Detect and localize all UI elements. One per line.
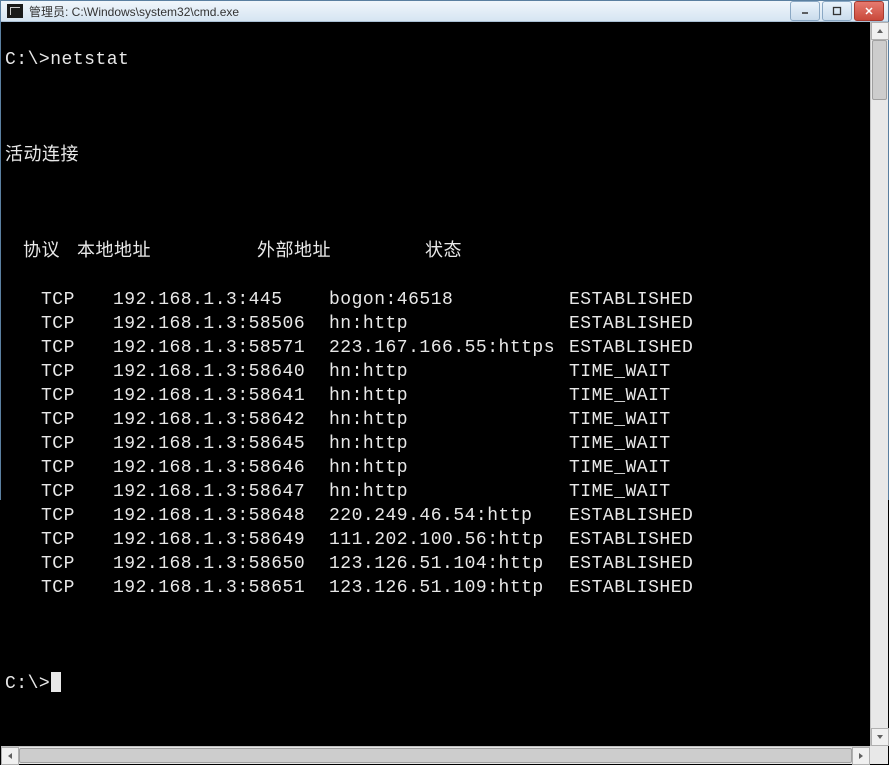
table-row: TCP192.168.1.3:58647hn:httpTIME_WAIT xyxy=(5,480,866,504)
horizontal-scrollbar[interactable] xyxy=(1,746,870,764)
scroll-down-button[interactable] xyxy=(871,728,889,746)
cell-foreign: hn:http xyxy=(329,384,569,408)
cell-proto: TCP xyxy=(41,480,113,504)
cell-state: ESTABLISHED xyxy=(569,336,866,360)
cell-local: 192.168.1.3:58645 xyxy=(113,432,329,456)
table-row: TCP192.168.1.3:445bogon:46518ESTABLISHED xyxy=(5,288,866,312)
scroll-track-v[interactable] xyxy=(871,40,888,728)
command: netstat xyxy=(50,48,129,72)
cell-local: 192.168.1.3:58571 xyxy=(113,336,329,360)
cell-proto: TCP xyxy=(41,432,113,456)
cell-state: TIME_WAIT xyxy=(569,408,866,432)
cell-local: 192.168.1.3:58650 xyxy=(113,552,329,576)
prompt: C:\> xyxy=(5,672,50,696)
header-local: 本地地址 xyxy=(77,240,257,264)
cell-foreign: hn:http xyxy=(329,312,569,336)
cmd-window: 管理员: C:\Windows\system32\cmd.exe C:\>net… xyxy=(0,0,889,500)
cell-foreign: 111.202.100.56:http xyxy=(329,528,569,552)
scrollbar-corner xyxy=(870,746,888,764)
table-row: TCP192.168.1.3:58571223.167.166.55:https… xyxy=(5,336,866,360)
cell-local: 192.168.1.3:445 xyxy=(113,288,329,312)
prompt: C:\> xyxy=(5,48,50,72)
cell-foreign: hn:http xyxy=(329,456,569,480)
minimize-button[interactable] xyxy=(790,1,820,21)
cell-foreign: bogon:46518 xyxy=(329,288,569,312)
scroll-thumb-v[interactable] xyxy=(872,40,887,100)
scroll-thumb-h[interactable] xyxy=(19,748,852,763)
window-title: 管理员: C:\Windows\system32\cmd.exe xyxy=(29,3,788,20)
cell-state: ESTABLISHED xyxy=(569,552,866,576)
cell-local: 192.168.1.3:58646 xyxy=(113,456,329,480)
cell-local: 192.168.1.3:58642 xyxy=(113,408,329,432)
cell-local: 192.168.1.3:58651 xyxy=(113,576,329,600)
cell-foreign: 123.126.51.104:http xyxy=(329,552,569,576)
cell-proto: TCP xyxy=(41,312,113,336)
cell-foreign: hn:http xyxy=(329,408,569,432)
table-body: TCP192.168.1.3:445bogon:46518ESTABLISHED… xyxy=(5,288,866,600)
cmd-icon xyxy=(7,4,23,18)
scroll-left-button[interactable] xyxy=(1,747,19,765)
cell-foreign: 223.167.166.55:https xyxy=(329,336,569,360)
cell-state: TIME_WAIT xyxy=(569,432,866,456)
cell-foreign: hn:http xyxy=(329,432,569,456)
cell-state: ESTABLISHED xyxy=(569,576,866,600)
header-foreign: 外部地址 xyxy=(257,240,425,264)
table-row: TCP192.168.1.3:58506hn:httpESTABLISHED xyxy=(5,312,866,336)
scroll-track-h[interactable] xyxy=(19,747,852,764)
table-row: TCP192.168.1.3:58640hn:httpTIME_WAIT xyxy=(5,360,866,384)
header-proto: 协议 xyxy=(5,240,77,264)
titlebar[interactable]: 管理员: C:\Windows\system32\cmd.exe xyxy=(1,1,888,22)
cell-proto: TCP xyxy=(41,552,113,576)
cell-proto: TCP xyxy=(41,336,113,360)
cell-state: ESTABLISHED xyxy=(569,504,866,528)
cell-proto: TCP xyxy=(41,360,113,384)
cursor xyxy=(51,672,61,692)
scroll-up-button[interactable] xyxy=(871,22,889,40)
vertical-scrollbar[interactable] xyxy=(870,22,888,746)
window-controls xyxy=(788,1,884,21)
cell-local: 192.168.1.3:58648 xyxy=(113,504,329,528)
cell-local: 192.168.1.3:58649 xyxy=(113,528,329,552)
cell-foreign: hn:http xyxy=(329,480,569,504)
terminal[interactable]: C:\>netstat 活动连接 协议本地地址外部地址状态 TCP192.168… xyxy=(1,22,870,746)
cell-local: 192.168.1.3:58506 xyxy=(113,312,329,336)
table-row: TCP192.168.1.3:58642hn:httpTIME_WAIT xyxy=(5,408,866,432)
cell-state: ESTABLISHED xyxy=(569,528,866,552)
section-title: 活动连接 xyxy=(5,144,866,168)
cell-foreign: 123.126.51.109:http xyxy=(329,576,569,600)
table-row: TCP192.168.1.3:58645hn:httpTIME_WAIT xyxy=(5,432,866,456)
table-row: TCP192.168.1.3:58648220.249.46.54:httpES… xyxy=(5,504,866,528)
cell-local: 192.168.1.3:58640 xyxy=(113,360,329,384)
cell-proto: TCP xyxy=(41,504,113,528)
cell-proto: TCP xyxy=(41,576,113,600)
cell-proto: TCP xyxy=(41,288,113,312)
cell-proto: TCP xyxy=(41,528,113,552)
table-row: TCP192.168.1.3:58641hn:httpTIME_WAIT xyxy=(5,384,866,408)
close-button[interactable] xyxy=(854,1,884,21)
cell-state: TIME_WAIT xyxy=(569,360,866,384)
cell-state: ESTABLISHED xyxy=(569,288,866,312)
cell-state: TIME_WAIT xyxy=(569,480,866,504)
cell-foreign: hn:http xyxy=(329,360,569,384)
scroll-right-button[interactable] xyxy=(852,747,870,765)
table-row: TCP192.168.1.3:58649111.202.100.56:httpE… xyxy=(5,528,866,552)
cell-state: TIME_WAIT xyxy=(569,456,866,480)
table-header: 协议本地地址外部地址状态 xyxy=(5,240,866,264)
maximize-button[interactable] xyxy=(822,1,852,21)
cell-local: 192.168.1.3:58641 xyxy=(113,384,329,408)
header-state: 状态 xyxy=(425,240,462,264)
table-row: TCP192.168.1.3:58651123.126.51.109:httpE… xyxy=(5,576,866,600)
cell-foreign: 220.249.46.54:http xyxy=(329,504,569,528)
cell-local: 192.168.1.3:58647 xyxy=(113,480,329,504)
table-row: TCP192.168.1.3:58650123.126.51.104:httpE… xyxy=(5,552,866,576)
cell-proto: TCP xyxy=(41,456,113,480)
cell-proto: TCP xyxy=(41,384,113,408)
cell-state: TIME_WAIT xyxy=(569,384,866,408)
cell-state: ESTABLISHED xyxy=(569,312,866,336)
terminal-area: C:\>netstat 活动连接 协议本地地址外部地址状态 TCP192.168… xyxy=(1,22,888,746)
table-row: TCP192.168.1.3:58646hn:httpTIME_WAIT xyxy=(5,456,866,480)
cell-proto: TCP xyxy=(41,408,113,432)
bottom-scroll-row xyxy=(1,746,888,764)
